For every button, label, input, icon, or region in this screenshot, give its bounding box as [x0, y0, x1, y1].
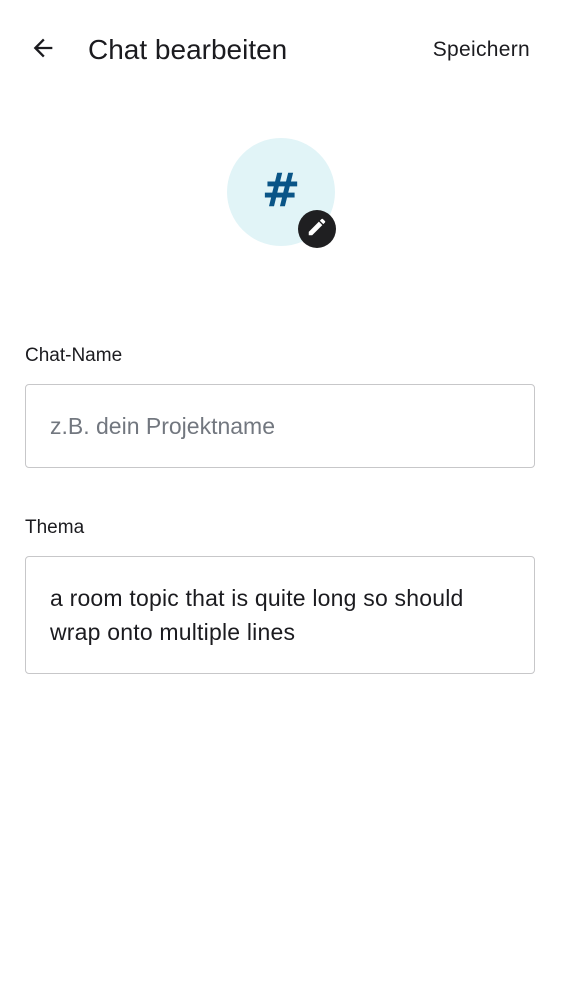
back-button[interactable] — [22, 30, 64, 70]
page-title: Chat bearbeiten — [88, 34, 288, 65]
topic-field[interactable]: a room topic that is quite long so shoul… — [25, 556, 535, 674]
top-app-bar: Chat bearbeiten Speichern — [0, 0, 562, 100]
arrow-back-icon — [29, 34, 57, 67]
save-button[interactable]: Speichern — [433, 34, 530, 66]
chat-name-label: Chat-Name — [25, 345, 123, 366]
pencil-icon — [306, 216, 328, 243]
edit-avatar-button[interactable] — [298, 210, 336, 248]
chat-avatar-section: # — [227, 138, 337, 248]
topic-label: Thema — [25, 517, 85, 538]
avatar-glyph: # — [261, 163, 301, 217]
topic-input-value[interactable]: a room topic that is quite long so shoul… — [50, 581, 520, 649]
chat-name-field[interactable] — [25, 384, 535, 468]
chat-name-input[interactable] — [50, 385, 510, 467]
